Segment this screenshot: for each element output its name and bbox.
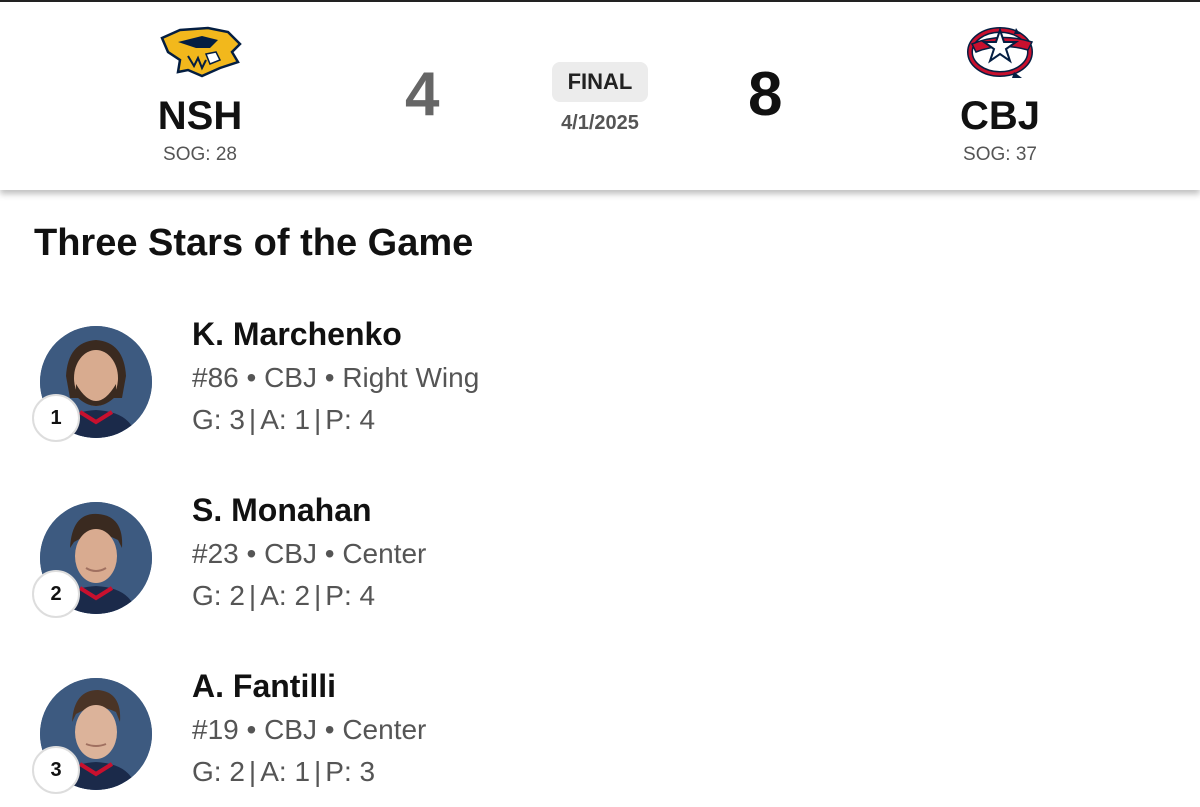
game-date: 4/1/2025 xyxy=(561,112,639,134)
points-stat: P: 4 xyxy=(325,580,376,611)
player-name: S. Monahan xyxy=(192,492,372,528)
star-rank-badge: 3 xyxy=(32,746,80,794)
player-name: K. Marchenko xyxy=(192,316,402,352)
player-info: #19 • CBJ • Center xyxy=(192,714,427,745)
columbus-blue-jackets-logo-icon xyxy=(967,26,1034,78)
game-status: FINAL 4/1/2025 xyxy=(500,62,700,135)
stat-divider: | xyxy=(314,404,322,435)
stat-divider: | xyxy=(248,404,257,435)
nashville-predators-logo-icon xyxy=(160,26,242,78)
away-team-abbr: NSH xyxy=(157,94,243,138)
goals-stat: G: 3 xyxy=(192,404,245,435)
player-info: #86 • CBJ • Right Wing xyxy=(192,362,480,393)
section-title: Three Stars of the Game xyxy=(34,222,474,264)
final-badge: FINAL xyxy=(551,62,649,102)
player-stats: G: 2 | A: 1 | P: 3 xyxy=(192,756,375,788)
home-score: 8 xyxy=(748,60,783,129)
stat-divider: | xyxy=(314,580,322,611)
assists-stat: A: 2 xyxy=(260,580,311,611)
assists-stat: A: 1 xyxy=(260,756,311,787)
stat-divider: | xyxy=(248,580,257,611)
star-rank-badge: 2 xyxy=(32,570,80,618)
star-rank-badge: 1 xyxy=(32,394,80,442)
away-team-sog: SOG: 28 xyxy=(163,144,237,165)
points-stat: P: 3 xyxy=(325,756,376,787)
away-score: 4 xyxy=(405,60,440,129)
assists-stat: A: 1 xyxy=(260,404,311,435)
points-stat: P: 4 xyxy=(325,404,376,435)
home-team-sog: SOG: 37 xyxy=(963,144,1037,165)
player-stats: G: 3 | A: 1 | P: 4 xyxy=(192,404,375,436)
home-team-abbr: CBJ xyxy=(959,94,1041,138)
goals-stat: G: 2 xyxy=(192,756,245,787)
player-stats: G: 2 | A: 2 | P: 4 xyxy=(192,580,375,612)
away-team[interactable]: NSH SOG: 28 xyxy=(100,22,300,166)
player-info: #23 • CBJ • Center xyxy=(192,538,427,569)
stat-divider: | xyxy=(314,756,322,787)
home-team[interactable]: CBJ SOG: 37 xyxy=(900,22,1100,166)
stat-divider: | xyxy=(248,756,257,787)
scoreboard-header: NSH SOG: 28 4 FINAL 4/1/2025 8 CBJ SOG: … xyxy=(0,0,1200,190)
star-row-3[interactable]: 3 A. Fantilli #19 • CBJ • Center G: 2 | A:… xyxy=(30,668,730,807)
star-row-1[interactable]: 1 K. Marchenko #86 • CBJ • Right Wing G:… xyxy=(30,316,730,456)
star-row-2[interactable]: 2 S. Monahan #23 • CBJ • Center G: 2 | A: … xyxy=(30,492,730,632)
goals-stat: G: 2 xyxy=(192,580,245,611)
player-name: A. Fantilli xyxy=(192,668,336,704)
